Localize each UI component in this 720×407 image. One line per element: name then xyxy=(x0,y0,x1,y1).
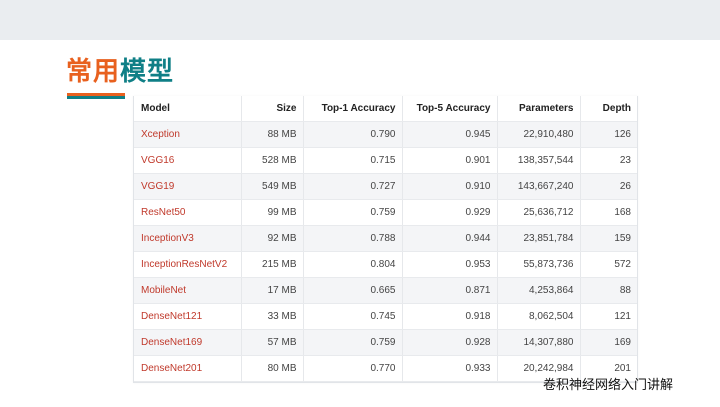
header-parameters: Parameters xyxy=(496,96,580,122)
title-underline-teal xyxy=(67,96,125,99)
model-size: 215 MB xyxy=(240,251,303,278)
model-size: 57 MB xyxy=(240,329,303,356)
top1-accuracy: 0.745 xyxy=(302,303,402,330)
parameters: 4,253,864 xyxy=(496,277,580,304)
model-size: 33 MB xyxy=(240,303,303,330)
depth: 159 xyxy=(579,225,637,252)
table-row: MobileNet 17 MB 0.665 0.871 4,253,864 88 xyxy=(134,277,637,304)
depth: 572 xyxy=(579,251,637,278)
top5-accuracy: 0.953 xyxy=(401,251,497,278)
slide-title: 常用模型 xyxy=(66,55,174,89)
top5-accuracy: 0.918 xyxy=(401,303,497,330)
header-size: Size xyxy=(240,96,303,122)
parameters: 138,357,544 xyxy=(496,147,580,174)
top1-accuracy: 0.788 xyxy=(302,225,402,252)
parameters: 8,062,504 xyxy=(496,303,580,330)
table-row: ResNet50 99 MB 0.759 0.929 25,636,712 16… xyxy=(134,199,637,226)
parameters: 23,851,784 xyxy=(496,225,580,252)
top5-accuracy: 0.933 xyxy=(401,355,497,382)
model-name[interactable]: ResNet50 xyxy=(134,199,241,226)
depth: 121 xyxy=(579,303,637,330)
depth: 26 xyxy=(579,173,637,200)
depth: 126 xyxy=(579,121,637,148)
model-size: 549 MB xyxy=(240,173,303,200)
title-part-2: 模型 xyxy=(120,57,175,87)
top1-accuracy: 0.759 xyxy=(302,329,402,356)
parameters: 55,873,736 xyxy=(496,251,580,278)
parameters: 143,667,240 xyxy=(496,173,580,200)
model-name[interactable]: InceptionV3 xyxy=(134,225,241,252)
parameters: 14,307,880 xyxy=(496,329,580,356)
top1-accuracy: 0.759 xyxy=(302,199,402,226)
depth: 88 xyxy=(579,277,637,304)
depth: 168 xyxy=(579,199,637,226)
model-size: 80 MB xyxy=(240,355,303,382)
header-top5-accuracy: Top-5 Accuracy xyxy=(401,96,497,122)
header-top1-accuracy: Top-1 Accuracy xyxy=(302,96,402,122)
models-table-container: Model Size Top-1 Accuracy Top-5 Accuracy… xyxy=(133,96,638,383)
model-size: 88 MB xyxy=(240,121,303,148)
model-name[interactable]: DenseNet201 xyxy=(134,355,241,382)
table-header-row: Model Size Top-1 Accuracy Top-5 Accuracy… xyxy=(134,96,637,122)
top5-accuracy: 0.945 xyxy=(401,121,497,148)
footer-caption: 卷积神经网络入门讲解 xyxy=(543,378,674,393)
top5-accuracy: 0.928 xyxy=(401,329,497,356)
top5-accuracy: 0.910 xyxy=(401,173,497,200)
model-size: 17 MB xyxy=(240,277,303,304)
top5-accuracy: 0.929 xyxy=(401,199,497,226)
model-name[interactable]: DenseNet121 xyxy=(134,303,241,330)
parameters: 25,636,712 xyxy=(496,199,580,226)
model-name[interactable]: Xception xyxy=(134,121,241,148)
model-name[interactable]: DenseNet169 xyxy=(134,329,241,356)
top5-accuracy: 0.871 xyxy=(401,277,497,304)
models-table: Model Size Top-1 Accuracy Top-5 Accuracy… xyxy=(134,96,637,382)
top-band xyxy=(0,0,720,40)
model-size: 528 MB xyxy=(240,147,303,174)
table-row: VGG19 549 MB 0.727 0.910 143,667,240 26 xyxy=(134,173,637,200)
top5-accuracy: 0.944 xyxy=(401,225,497,252)
model-name[interactable]: VGG19 xyxy=(134,173,241,200)
depth: 169 xyxy=(579,329,637,356)
top1-accuracy: 0.665 xyxy=(302,277,402,304)
model-size: 92 MB xyxy=(240,225,303,252)
top5-accuracy: 0.901 xyxy=(401,147,497,174)
header-depth: Depth xyxy=(579,96,637,122)
table-row: Xception 88 MB 0.790 0.945 22,910,480 12… xyxy=(134,121,637,148)
model-name[interactable]: MobileNet xyxy=(134,277,241,304)
table-row: InceptionV3 92 MB 0.788 0.944 23,851,784… xyxy=(134,225,637,252)
table-row: DenseNet169 57 MB 0.759 0.928 14,307,880… xyxy=(134,329,637,356)
depth: 23 xyxy=(579,147,637,174)
header-model: Model xyxy=(134,96,241,122)
model-name[interactable]: VGG16 xyxy=(134,147,241,174)
top1-accuracy: 0.715 xyxy=(302,147,402,174)
parameters: 22,910,480 xyxy=(496,121,580,148)
top1-accuracy: 0.804 xyxy=(302,251,402,278)
table-row: VGG16 528 MB 0.715 0.901 138,357,544 23 xyxy=(134,147,637,174)
top1-accuracy: 0.770 xyxy=(302,355,402,382)
table-row: InceptionResNetV2 215 MB 0.804 0.953 55,… xyxy=(134,251,637,278)
table-row: DenseNet121 33 MB 0.745 0.918 8,062,504 … xyxy=(134,303,637,330)
top1-accuracy: 0.727 xyxy=(302,173,402,200)
top1-accuracy: 0.790 xyxy=(302,121,402,148)
model-size: 99 MB xyxy=(240,199,303,226)
model-name[interactable]: InceptionResNetV2 xyxy=(134,251,241,278)
title-part-1: 常用 xyxy=(66,57,121,87)
